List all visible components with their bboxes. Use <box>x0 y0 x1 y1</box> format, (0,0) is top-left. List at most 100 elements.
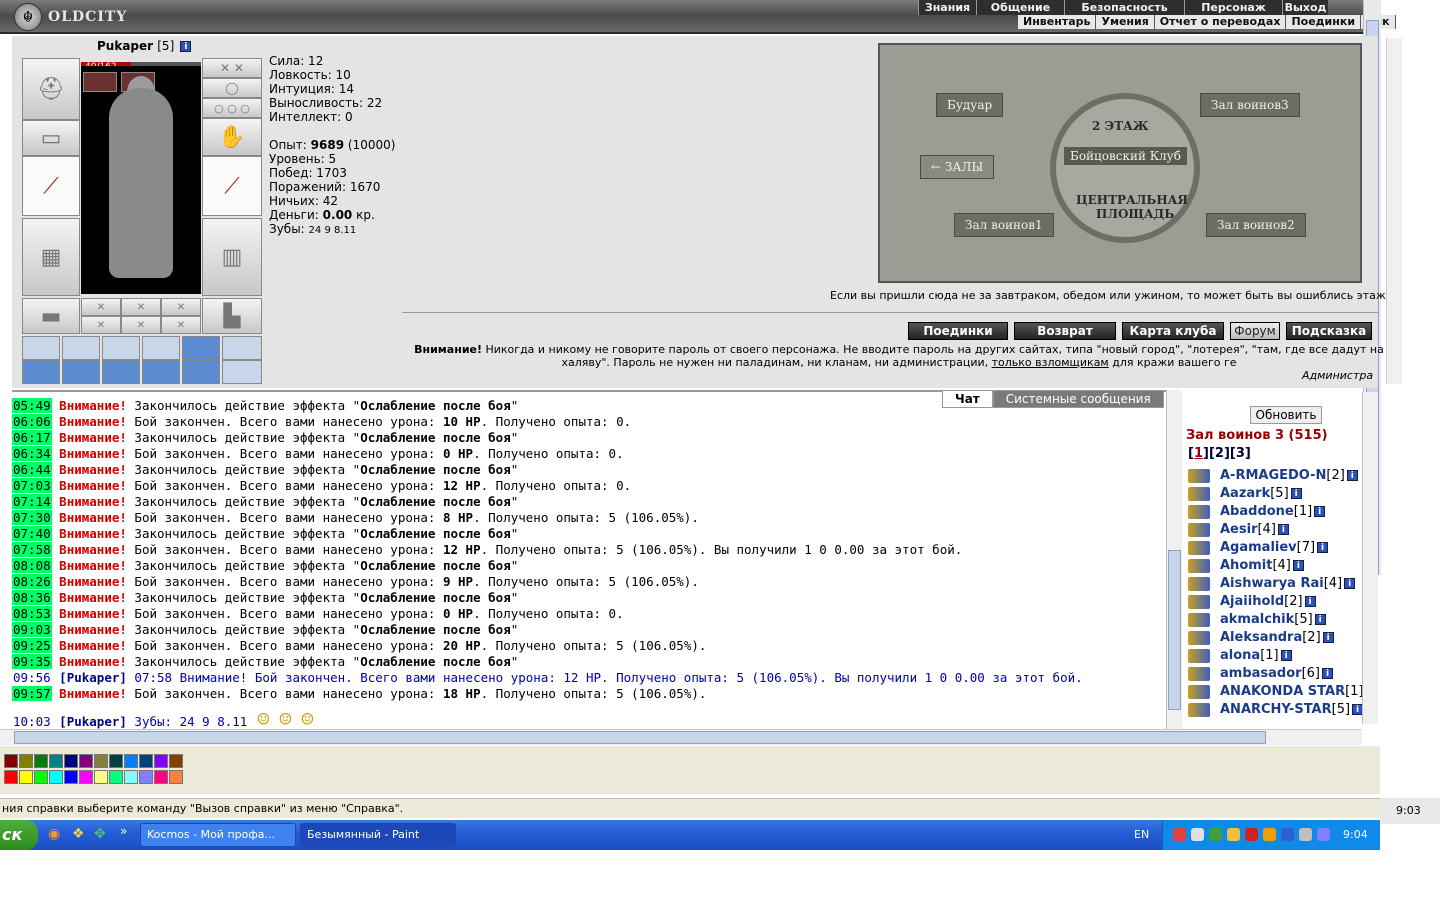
palette-swatch[interactable] <box>79 770 93 784</box>
forum-button[interactable]: Форум <box>1230 322 1280 340</box>
scroll-slot-11[interactable] <box>182 360 220 384</box>
info-icon[interactable]: i <box>1304 596 1316 607</box>
submenu-skills[interactable]: Умения <box>1096 15 1155 29</box>
gloves-slot[interactable]: ✋ <box>202 118 262 156</box>
palette-swatch[interactable] <box>139 770 153 784</box>
info-icon[interactable]: i <box>1314 614 1326 625</box>
weapon-left-slot[interactable]: ⟋ <box>22 156 80 216</box>
rune-slot-5[interactable]: ✕ <box>121 316 161 334</box>
map-hall1[interactable]: Зал воинов1 <box>954 213 1054 237</box>
palette-swatch[interactable] <box>4 754 18 768</box>
chat-scroll-thumb[interactable] <box>1168 550 1181 710</box>
menu-security[interactable]: Безопасность <box>1064 0 1184 15</box>
palette-swatch[interactable] <box>49 754 63 768</box>
user-row[interactable]: Aazark[5] i <box>1188 486 1302 504</box>
start-button[interactable]: ск <box>0 820 38 850</box>
scroll-slot-7[interactable] <box>22 360 60 384</box>
palette-swatch[interactable] <box>64 770 78 784</box>
user-row[interactable]: ambasador[6] i <box>1188 666 1333 684</box>
map-central-square-2[interactable]: ПЛОЩАДЬ <box>1096 207 1174 221</box>
rune-slot-1[interactable]: ✕ <box>81 298 121 316</box>
palette-swatch[interactable] <box>79 754 93 768</box>
user-row[interactable]: Abaddone[1] i <box>1188 504 1326 522</box>
scroll-slot-5[interactable] <box>182 336 220 360</box>
map-floor2[interactable]: 2 ЭТАЖ <box>1092 119 1149 133</box>
palette-swatch[interactable] <box>34 770 48 784</box>
palette-swatch[interactable] <box>124 770 138 784</box>
user-row[interactable]: alona[1] i <box>1188 648 1292 666</box>
task-browser[interactable]: Kocmos - Мой профа... <box>140 823 296 847</box>
amulet-slot[interactable]: ◯ <box>202 78 262 98</box>
info-icon[interactable]: i <box>180 41 192 52</box>
palette-swatch[interactable] <box>19 754 33 768</box>
tray-icon-1[interactable] <box>1173 828 1186 841</box>
armor-slot[interactable]: ▦ <box>22 218 80 296</box>
map-central-square-1[interactable]: ЦЕНТРАЛЬНАЯ <box>1076 193 1188 207</box>
scroll-slot-12[interactable] <box>222 360 262 384</box>
palette-swatch[interactable] <box>139 754 153 768</box>
page-link-2[interactable]: 2 <box>1215 446 1224 461</box>
bracers-slot[interactable]: ▭ <box>22 120 80 156</box>
info-icon[interactable]: i <box>1314 506 1326 517</box>
character-name[interactable]: Pukaper [5] i <box>97 39 192 53</box>
palette-swatch[interactable] <box>94 770 108 784</box>
horizontal-scrollbar[interactable] <box>0 729 1362 745</box>
game-logo[interactable]: ☬ OLDCITY <box>14 2 144 32</box>
info-icon[interactable]: i <box>1292 560 1304 571</box>
chat-line-user[interactable]: 09:56 [Pukaper] 07:58 Внимание! Бой зако… <box>12 670 1166 686</box>
hscroll-thumb[interactable] <box>14 731 1266 744</box>
club-map-button[interactable]: Карта клуба <box>1122 322 1224 340</box>
user-name[interactable]: Agamaliev <box>1220 540 1297 555</box>
map-boudoir[interactable]: Будуар <box>936 93 1004 117</box>
tray-icon-9[interactable] <box>1317 828 1330 841</box>
tray-icon-6[interactable] <box>1263 828 1276 841</box>
palette-swatch[interactable] <box>154 754 168 768</box>
palette-swatch[interactable] <box>154 770 168 784</box>
rune-slot-3[interactable]: ✕ <box>161 298 201 316</box>
scroll-slot-9[interactable] <box>102 360 140 384</box>
user-row[interactable]: ANARCHY-STAR[5] i <box>1188 702 1362 720</box>
tray-icon-3[interactable] <box>1209 828 1222 841</box>
network-icon[interactable]: ✥ <box>94 826 106 842</box>
map-fight-club[interactable]: Бойцовский Клуб <box>1064 147 1187 165</box>
palette-swatch[interactable] <box>49 770 63 784</box>
scroll-slot-8[interactable] <box>62 360 100 384</box>
palette-swatch[interactable] <box>34 754 48 768</box>
weapon-right-slot[interactable]: ⟋ <box>202 156 262 216</box>
info-icon[interactable]: i <box>1317 542 1329 553</box>
user-name[interactable]: Abaddone <box>1220 504 1294 519</box>
user-row[interactable]: Ahomit[4] i <box>1188 558 1304 576</box>
user-name[interactable]: alona <box>1220 648 1260 663</box>
scroll-slot-3[interactable] <box>102 336 140 360</box>
chat-line-user[interactable]: 10:03 [Pukaper] Зубы: 24 9 8.11 ☺ ☺ ☺ <box>12 702 1166 730</box>
userlist-scrollbar[interactable] <box>1362 392 1378 724</box>
user-row[interactable]: A-RMAGEDO-N[2] i <box>1188 468 1358 486</box>
palette-swatch[interactable] <box>19 770 33 784</box>
scroll-slot-6[interactable] <box>222 336 262 360</box>
chat-nick[interactable]: [Pukaper] <box>59 714 127 729</box>
chat-nick[interactable]: [Pukaper] <box>59 670 127 685</box>
user-row[interactable]: Agamaliev[7] i <box>1188 540 1329 558</box>
page-link-3[interactable]: 3 <box>1236 446 1245 461</box>
info-icon[interactable]: i <box>1352 704 1362 715</box>
user-name[interactable]: Ajaiihold <box>1220 594 1284 609</box>
info-icon[interactable]: i <box>1290 488 1302 499</box>
user-name[interactable]: ANARCHY-STAR <box>1220 702 1332 717</box>
user-row[interactable]: Aesir[4] i <box>1188 522 1289 540</box>
palette-swatch[interactable] <box>109 754 123 768</box>
palette-swatch[interactable] <box>109 770 123 784</box>
user-row[interactable]: Ajaiihold[2] i <box>1188 594 1316 612</box>
menu-exit[interactable]: Выход <box>1282 0 1328 15</box>
return-button[interactable]: Возврат <box>1014 322 1116 340</box>
tab-system-messages[interactable]: Системные сообщения <box>992 390 1164 408</box>
user-row[interactable]: Aleksandra[2] i <box>1188 630 1334 648</box>
menu-character[interactable]: Персонаж <box>1184 0 1282 15</box>
palette-swatch[interactable] <box>124 754 138 768</box>
earring-slot[interactable]: ✕ ✕ <box>202 58 262 78</box>
rune-slot-6[interactable]: ✕ <box>161 316 201 334</box>
palette-swatch[interactable] <box>169 770 183 784</box>
helmet-slot[interactable]: ⛑ <box>22 58 80 120</box>
user-name[interactable]: Aesir <box>1220 522 1257 537</box>
panel-scrollbar[interactable] <box>1386 38 1402 384</box>
tray-icon-8[interactable] <box>1299 828 1312 841</box>
